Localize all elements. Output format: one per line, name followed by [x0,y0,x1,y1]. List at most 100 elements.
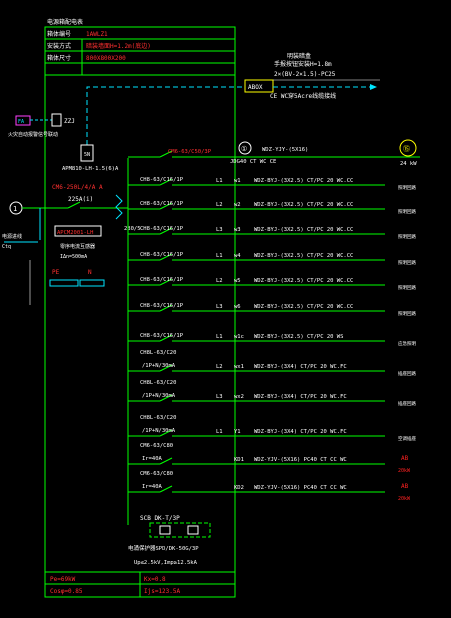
feeder-phase: L1 [216,429,223,435]
feeder-cable: WDZ-YJV-(5X16) PC40 CT CC WC [254,457,347,463]
feeder-breaker: CH8L-63/C20 [140,415,176,421]
feeder-phase: L1 [216,253,223,259]
feeder-circuit: w3 [234,227,241,233]
signal-line [86,86,245,145]
isolator-symbol [115,194,123,220]
panel-outline [44,26,236,598]
fa-label: FA [18,119,24,125]
footer-cos: Cosφ=0.85 [50,588,83,595]
feeder-cable: WDZ-BYJ-(3X2.5) CT/PC 20 WC.CC [254,202,353,208]
feeder-cable: WDZ-YJV-(5X16) PC40 CT CC WC [254,485,347,491]
feeder-breaker: CH8-63/C16/1P [140,333,184,339]
feeder-cable: WDZ-BYJ-(3X2.5) CT/PC 20 WC.CC [254,178,353,184]
feeder-load: 照明回路 [398,284,416,291]
feeder-phase: L2 [216,202,223,208]
abox-group: ABOX 明装暗盒 手报按钮安装H=1.8m 2×(BV-2×1.5)-PC25… [86,52,380,145]
feeder-load: 插座回路 [398,370,416,377]
footer-pe: Pe=69kW [50,576,76,583]
footer-ijs: Ijs=123.5A [144,588,181,595]
feeder-breaker: CH8L-63/C20 [140,350,176,356]
feeder-load: 照明回路 [398,259,416,266]
feeder-load: 24 kW [400,161,417,167]
feeder-circuit: w2 [234,202,241,208]
feeder-load: 照明回路 [398,208,416,215]
feeder-breaker-2: /1P+N/30mA [142,393,176,399]
header-value-0: 1AWLZ1 [86,31,108,38]
feeder-load: AB [401,455,409,462]
pe-label: PE [52,269,60,276]
feeder-load: 应急照明 [398,340,416,347]
feeder-cable: WDZ-BYJ-(3X4) CT/PC 20 WC.FC [254,429,347,435]
feeder-breaker: CH8-63/C16/1P [140,303,184,309]
feeder-breaker-2: /1P+N/30mA [142,428,176,434]
feeder-breaker: CH8-63/C16/1P [140,177,184,183]
signal-arrow-icon [370,84,377,90]
feeder-load: 照明回路 [398,233,416,240]
spd-label: APCM2001-LH [57,230,93,236]
feeder-breaker: CH8-63/C16/1P [140,277,184,283]
feeder-circuit: wx2 [234,394,244,400]
meter-sub: 5N [84,152,90,158]
feeder-circuit: ① [241,145,247,153]
feeder-group: CM6-63/C50/3P ① WDZ-YJY-(5X16) JDG40 CT WC … [128,139,420,502]
feeder-circuit: w1c [234,334,244,340]
main-breaker-label: CM6-250L/4/A A [52,184,103,191]
feeder-circuit: wx1 [234,364,244,370]
feeder-breaker: CM6-63/C50/3P [168,149,212,155]
feeder-breaker: CH8-63/C16/1P [140,226,184,232]
main-incoming-group: CM6-250L/4/A A 225A(i) 1 电源进线 Ctq 280/5 … [2,184,141,305]
trip-text: IΔn=500mA [60,254,87,260]
surge-box [149,522,211,538]
header-label-0: 箱体编号 [47,30,71,38]
surge-element-1 [159,525,171,535]
feeder-phase: L1 [216,178,223,184]
feeder-breaker-2: Ir=40A [142,456,163,462]
feeder-phase: L3 [216,304,223,310]
fire-side-text: 火灾自动报警信号联动 [8,131,58,138]
isolator-label: 280/5 [124,226,141,232]
feeder-breaker-2: /1P+N/30mA [142,363,176,369]
feeder-load-2: 20kW [398,468,411,474]
feeder-circuit: w6 [234,304,241,310]
feeder-load: 插座回路 [398,400,416,407]
abox-note-2: 手报按钮安装H=1.8m [274,60,332,68]
feeder-phase: L3 [216,394,223,400]
feeder-breaker: CH8L-63/C20 [140,380,176,386]
header-title: 电源箱配电表 [47,18,83,26]
header-label-1: 安装方式 [47,42,71,50]
fire-alarm-group: FA ZZJ 火灾自动报警信号联动 5N APM810-LH-1.5(6)A [8,113,119,172]
surge-element-2 [187,525,199,535]
feeder-phase: L3 [216,227,223,233]
n-label: N [88,269,92,276]
feeder-badge: ⑮ [403,145,410,153]
feeder-cable: WDZ-BYJ-(3X4) CT/PC 20 WC.FC [254,364,347,370]
feeder-cable: WDZ-BYJ-(3X2.5) CT/PC 20 WC.CC [254,227,353,233]
header-value-1: 暗装墙面H=1.2m(底边) [86,42,151,50]
header-value-2: 800X800X200 [86,55,126,62]
feeder-cable: WDZ-BYJ-(3X4) CT/PC 20 WC.FC [254,394,347,400]
footer-kx: Kx=0.8 [144,576,166,583]
feeder-load: 照明回路 [398,184,416,191]
surge-spec: Up≤2.5kV,Imp≥12.5kA [134,560,198,566]
abox-note-1: 明装暗盒 [287,52,311,60]
relay-label: ZZJ [64,118,75,125]
leakage-text: 零序电流互感器 [60,243,95,250]
feeder-cable: WDZ-BYJ-(3X2.5) CT/PC 20 WS [254,334,343,340]
abox-cable-2: CE WC穿5Acre线缆接线 [270,92,336,100]
feeder-phase: L2 [216,278,223,284]
feeder-cable: WDZ-BYJ-(3X2.5) CT/PC 20 WC.CC [254,304,353,310]
feeder-load-2: 20kW [398,496,411,502]
feeder-breaker: CH8-63/C16/1P [140,252,184,258]
feeder-breaker-2: Ir=40A [142,484,163,490]
feeder-circuit: w4 [234,253,241,259]
distribution-diagram: 电源箱配电表 箱体编号 1AWLZ1 安装方式 暗装墙面H=1.2m(底边) 箱… [2,18,420,598]
feeder-circuit: Y1 [234,429,241,435]
n-busbar [79,279,105,287]
feeder-circuit: w5 [234,278,241,284]
main-breaker-rating: 225A(i) [68,196,93,203]
abox-label: ABOX [248,84,263,91]
header-label-2: 箱体尺寸 [47,54,71,62]
relay-box [51,113,62,127]
panel-frame [44,26,236,598]
surge-group: SCB DK-T/3P 电涌保护器SPD/DK-50G/3P Up≤2.5kV,… [128,515,211,566]
